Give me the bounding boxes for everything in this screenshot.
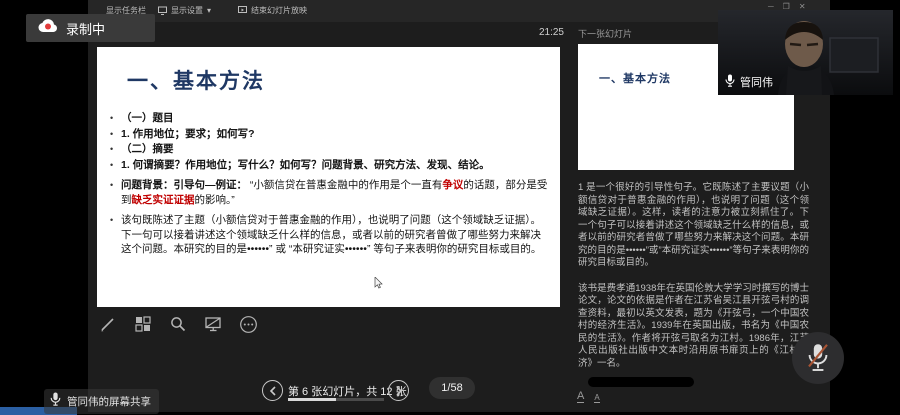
bullet-text: 该句既陈述了主题（小额信贷对于普惠金融的作用），也说明了问题（这个领域缺乏证据）… — [121, 213, 548, 257]
page-indicator: 1/58 — [441, 382, 462, 394]
bullet-marker: • — [110, 111, 121, 126]
bullet-text: 问题背景：引导句—例证： “小额信贷在普惠金融中的作用是个一直有争议的话题，部分… — [121, 178, 548, 207]
slide-bullets: •（一）题目•1. 作用地位；要求；如何写?•（二）摘要•1. 何谓摘要？作用地… — [110, 111, 548, 258]
slide-bullet: •（二）摘要 — [110, 142, 548, 157]
pen-icon[interactable] — [98, 314, 118, 334]
notes-paragraph: 1 是一个很好的引导性句子。它既陈述了主要议题（小额信贷对于普惠金融的作用），也… — [578, 182, 809, 270]
participant-video-tile[interactable]: 管同伟 — [718, 10, 893, 95]
previous-slide-button[interactable] — [262, 380, 283, 401]
chevron-right-icon — [395, 386, 403, 396]
monitor-icon — [158, 6, 167, 15]
notes-paragraph: 该书是费孝通1938年在英国伦敦大学学习时撰写的博士论文，论文的依据是作者在江苏… — [578, 283, 809, 371]
microphone-icon — [50, 392, 61, 411]
end-slideshow-label: 结束幻灯片放映 — [251, 5, 307, 16]
recording-cloud-icon — [38, 19, 58, 38]
bullet-marker: • — [110, 213, 121, 257]
black-screen-icon[interactable] — [203, 314, 223, 334]
participant-name: 管同伟 — [740, 74, 773, 90]
chevron-left-icon — [269, 386, 277, 396]
slide-progress-bar — [288, 398, 384, 401]
more-options-icon[interactable] — [238, 314, 258, 334]
next-slide-preview-title: 一、基本方法 — [599, 70, 671, 86]
bullet-marker: • — [110, 127, 121, 142]
bullet-marker: • — [110, 178, 121, 207]
slide-bullet: •问题背景：引导句—例证： “小额信贷在普惠金融中的作用是个一直有争议的话题，部… — [110, 178, 548, 207]
annotation-toolbar — [98, 314, 258, 334]
bullet-text: （一）题目 — [121, 111, 548, 126]
recording-badge: 录制中 — [26, 14, 155, 42]
speaker-notes: 1 是一个很好的引导性句子。它既陈述了主要议题（小额信贷对于普惠金融的作用），也… — [578, 182, 809, 383]
mic-muted-icon — [806, 343, 830, 373]
increase-font-button[interactable]: A — [577, 391, 584, 403]
slide-bullet: •（一）题目 — [110, 111, 548, 126]
magnifier-icon[interactable] — [168, 314, 188, 334]
bullet-marker: • — [110, 158, 121, 173]
decrease-font-button[interactable]: A — [594, 393, 599, 403]
display-settings-button[interactable]: 显示设置 ▾ — [158, 5, 211, 16]
bullet-text: 1. 何谓摘要？作用地位；写什么？如何写？问题背景、研究方法、发现、结论。 — [121, 158, 548, 173]
presenter-timer: 21:25 — [528, 27, 564, 38]
bullet-text: （二）摘要 — [121, 142, 548, 157]
meeting-window: 显示任务栏 显示设置 ▾ 结束幻灯片放映 ─ ❐ ✕ 录制中 21:25 一、基… — [0, 0, 900, 415]
display-settings-label: 显示设置 — [171, 5, 203, 16]
slide-bullet: •该句既陈述了主题（小额信贷对于普惠金融的作用），也说明了问题（这个领域缺乏证据… — [110, 213, 548, 257]
slide-progress-fill — [288, 398, 336, 401]
current-slide: 一、基本方法 •（一）题目•1. 作用地位；要求；如何写?•（二）摘要•1. 何… — [97, 47, 560, 307]
microphone-icon — [725, 74, 735, 90]
notes-scrollbar[interactable] — [588, 377, 694, 387]
see-all-slides-icon[interactable] — [133, 314, 153, 334]
recording-label: 录制中 — [66, 19, 105, 38]
next-slide-label: 下一张幻灯片 — [578, 27, 632, 40]
slide-bullet: •1. 何谓摘要？作用地位；写什么？如何写？问题背景、研究方法、发现、结论。 — [110, 158, 548, 173]
mic-muted-button[interactable] — [792, 332, 844, 384]
mouse-cursor — [374, 277, 383, 295]
end-slideshow-button[interactable]: 结束幻灯片放映 — [238, 5, 307, 16]
screen-share-banner: 管同伟的屏幕共享 — [44, 389, 159, 414]
participant-name-row: 管同伟 — [725, 74, 773, 90]
next-slide-button[interactable] — [388, 380, 409, 401]
screen-share-banner-label: 管同伟的屏幕共享 — [67, 394, 151, 409]
slide-title: 一、基本方法 — [127, 65, 265, 95]
notes-font-controls: A A — [577, 391, 600, 403]
bullet-marker: • — [110, 142, 121, 157]
bullet-text: 1. 作用地位；要求；如何写? — [121, 127, 548, 142]
page-indicator-pill: 1/58 — [429, 377, 475, 399]
chevron-down-icon: ▾ — [207, 6, 211, 15]
slide-bullet: •1. 作用地位；要求；如何写? — [110, 127, 548, 142]
slideshow-icon — [238, 6, 247, 15]
